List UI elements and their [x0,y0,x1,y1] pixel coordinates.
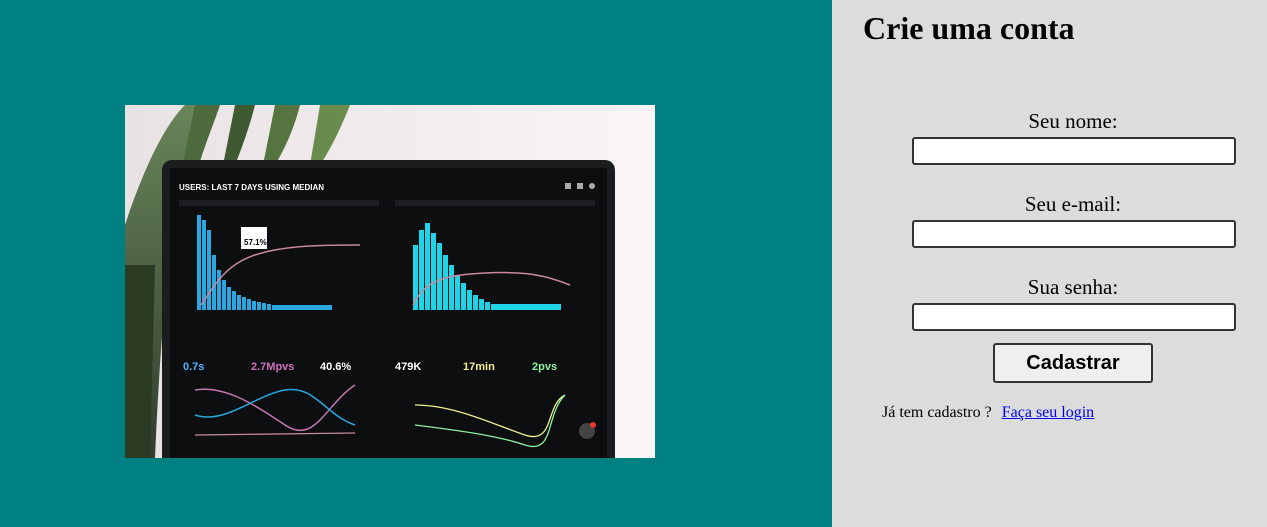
metric-3: 479K [395,361,421,373]
login-prompt-text: Já tem cadastro ? [882,404,992,421]
login-prompt-row: Já tem cadastro ? Faça seu login [882,404,1094,422]
metric-4: 17min [463,361,495,373]
metric-2: 40.6% [320,361,351,373]
email-label: Seu e-mail: [1024,192,1122,216]
photo-header-text: USERS: LAST 7 DAYS USING MEDIAN [179,183,324,192]
metric-5: 2pvs [532,361,557,373]
password-input[interactable] [912,303,1236,331]
hero-panel: USERS: LAST 7 DAYS USING MEDIAN 57.1% 0.… [0,0,832,527]
email-input[interactable] [912,220,1236,248]
signup-page: USERS: LAST 7 DAYS USING MEDIAN 57.1% 0.… [0,0,1267,527]
metric-0: 0.7s [183,361,204,373]
signup-panel: Crie uma conta Seu nome: Seu e-mail: Sua… [832,0,1267,527]
signup-button[interactable]: Cadastrar [993,343,1153,383]
metric-1: 2.7Mpvs [251,361,294,373]
photo-callout: 57.1% [244,238,267,247]
password-label: Sua senha: [1027,275,1119,299]
login-link[interactable]: Faça seu login [1002,404,1094,421]
name-label: Seu nome: [1028,109,1118,133]
page-title: Crie uma conta [863,10,1075,46]
name-input[interactable] [912,137,1236,165]
dashboard-photo: USERS: LAST 7 DAYS USING MEDIAN 57.1% 0.… [125,105,655,458]
